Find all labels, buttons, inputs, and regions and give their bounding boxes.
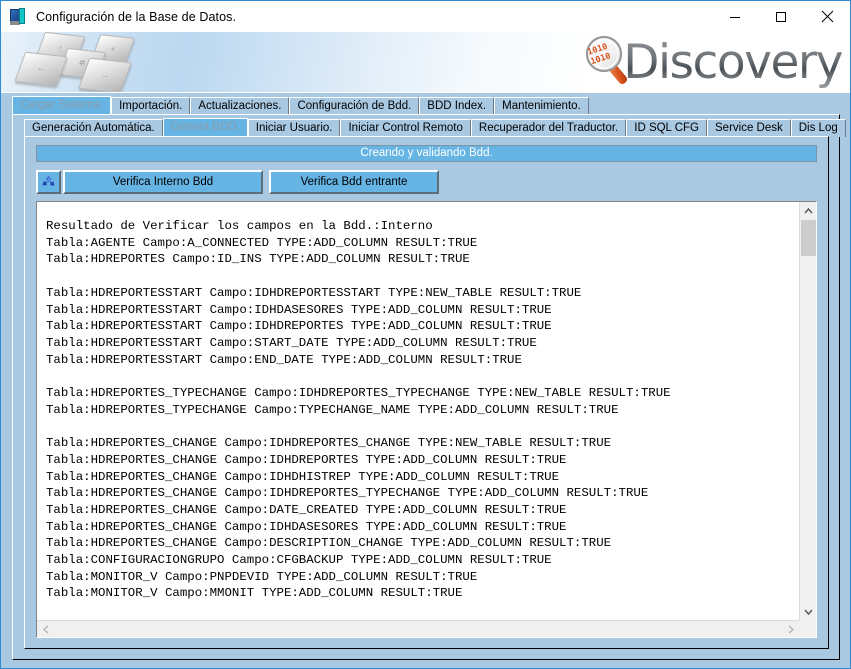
verify-incoming-bdd-button[interactable]: Verifica Bdd entrante <box>269 170 439 194</box>
tab-importacion[interactable]: Importación. <box>111 97 191 115</box>
tab-label: Dis Log <box>798 121 838 134</box>
tab-generacion-automatica[interactable]: Generación Automática. <box>24 119 163 137</box>
tab-iniciar-control-remoto[interactable]: Iniciar Control Remoto <box>340 119 471 137</box>
tab-label: Importación. <box>119 99 183 112</box>
title-bar: Configuración de la Base de Datos. <box>1 1 850 32</box>
tab-label: Configuración de Bdd. <box>297 99 412 112</box>
tab-mantenimiento[interactable]: Mantenimiento. <box>494 97 589 115</box>
tab-genera-bdd[interactable]: Genera BDD. <box>162 118 248 137</box>
tab-label: Genera BDD. <box>170 121 240 134</box>
tab-label: Service Desk <box>715 121 783 134</box>
scroll-up-icon[interactable] <box>800 202 816 219</box>
outer-tab-strip: Cargar Sistema. Importación. Actualizaci… <box>12 96 840 115</box>
log-text: Resultado de Verificar los campos en la … <box>46 219 671 601</box>
scrollbar-corner <box>799 620 816 637</box>
tab-label: Cargar Sistema. <box>20 99 104 112</box>
tab-label: Mantenimiento. <box>502 99 581 112</box>
horizontal-scrollbar[interactable] <box>37 620 799 637</box>
database-config-icon <box>10 8 27 25</box>
tab-label: ID SQL CFG <box>634 121 699 134</box>
log-output-box[interactable]: Resultado de Verificar los campos en la … <box>36 201 817 638</box>
window-title: Configuración de la Base de Datos. <box>36 9 237 24</box>
close-button[interactable] <box>804 1 850 32</box>
tab-cargar-sistema[interactable]: Cargar Sistema. <box>12 96 112 115</box>
logo-text: Discovery <box>623 35 843 90</box>
tab-label: Iniciar Control Remoto <box>348 121 463 134</box>
inner-tab-panel: Creando y validando Bdd. Verifica Intern… <box>24 136 829 649</box>
scroll-right-icon[interactable] <box>782 621 799 637</box>
scroll-down-icon[interactable] <box>800 603 816 620</box>
tab-bdd-index[interactable]: BDD Index. <box>419 97 495 115</box>
refresh-button[interactable] <box>36 170 61 194</box>
log-text-viewport: Resultado de Verificar los campos en la … <box>37 202 798 619</box>
status-text: Creando y validando Bdd. <box>360 146 493 159</box>
button-label: Verifica Interno Bdd <box>112 176 214 188</box>
client-area: Cargar Sistema. Importación. Actualizaci… <box>1 93 850 668</box>
discovery-logo: 1010 1010 Discovery <box>577 34 843 92</box>
tab-label: Iniciar Usuario. <box>255 121 333 134</box>
maximize-button[interactable] <box>758 1 804 32</box>
application-window: Configuración de la Base de Datos. + ↑ ✲… <box>0 0 851 669</box>
minimize-button[interactable] <box>712 1 758 32</box>
tab-id-sql-cfg[interactable]: ID SQL CFG <box>626 119 707 137</box>
recycle-icon <box>41 175 56 190</box>
vertical-scrollbar[interactable] <box>799 202 816 620</box>
tab-recuperador-del-traductor[interactable]: Recuperador del Traductor. <box>470 119 627 137</box>
header-banner: + ↑ ✲ ← → 1010 1010 Discovery <box>1 32 850 93</box>
tab-configuracion-de-bdd[interactable]: Configuración de Bdd. <box>289 97 420 115</box>
status-bar: Creando y validando Bdd. <box>36 145 817 162</box>
tab-iniciar-usuario[interactable]: Iniciar Usuario. <box>247 119 341 137</box>
inner-tab-strip: Generación Automática. Genera BDD. Inici… <box>24 118 846 137</box>
scroll-left-icon[interactable] <box>37 621 54 637</box>
keyboard-keys-graphic: + ↑ ✲ ← → <box>7 32 139 92</box>
tab-dis-log[interactable]: Dis Log <box>790 119 846 137</box>
tab-label: Recuperador del Traductor. <box>478 121 619 134</box>
tab-label: Generación Automática. <box>32 121 155 134</box>
tab-label: Actualizaciones. <box>198 99 282 112</box>
window-controls <box>712 1 850 32</box>
action-button-row: Verifica Interno Bdd Verifica Bdd entran… <box>36 170 439 194</box>
vertical-scrollbar-thumb[interactable] <box>801 220 816 256</box>
tab-service-desk[interactable]: Service Desk <box>707 119 791 137</box>
button-label: Verifica Bdd entrante <box>300 176 408 188</box>
outer-tab-panel: Generación Automática. Genera BDD. Inici… <box>12 114 846 660</box>
magnifier-binary-icon: 1010 1010 <box>577 35 629 91</box>
tab-label: BDD Index. <box>427 99 487 112</box>
verify-internal-bdd-button[interactable]: Verifica Interno Bdd <box>63 170 263 194</box>
tab-actualizaciones[interactable]: Actualizaciones. <box>190 97 290 115</box>
